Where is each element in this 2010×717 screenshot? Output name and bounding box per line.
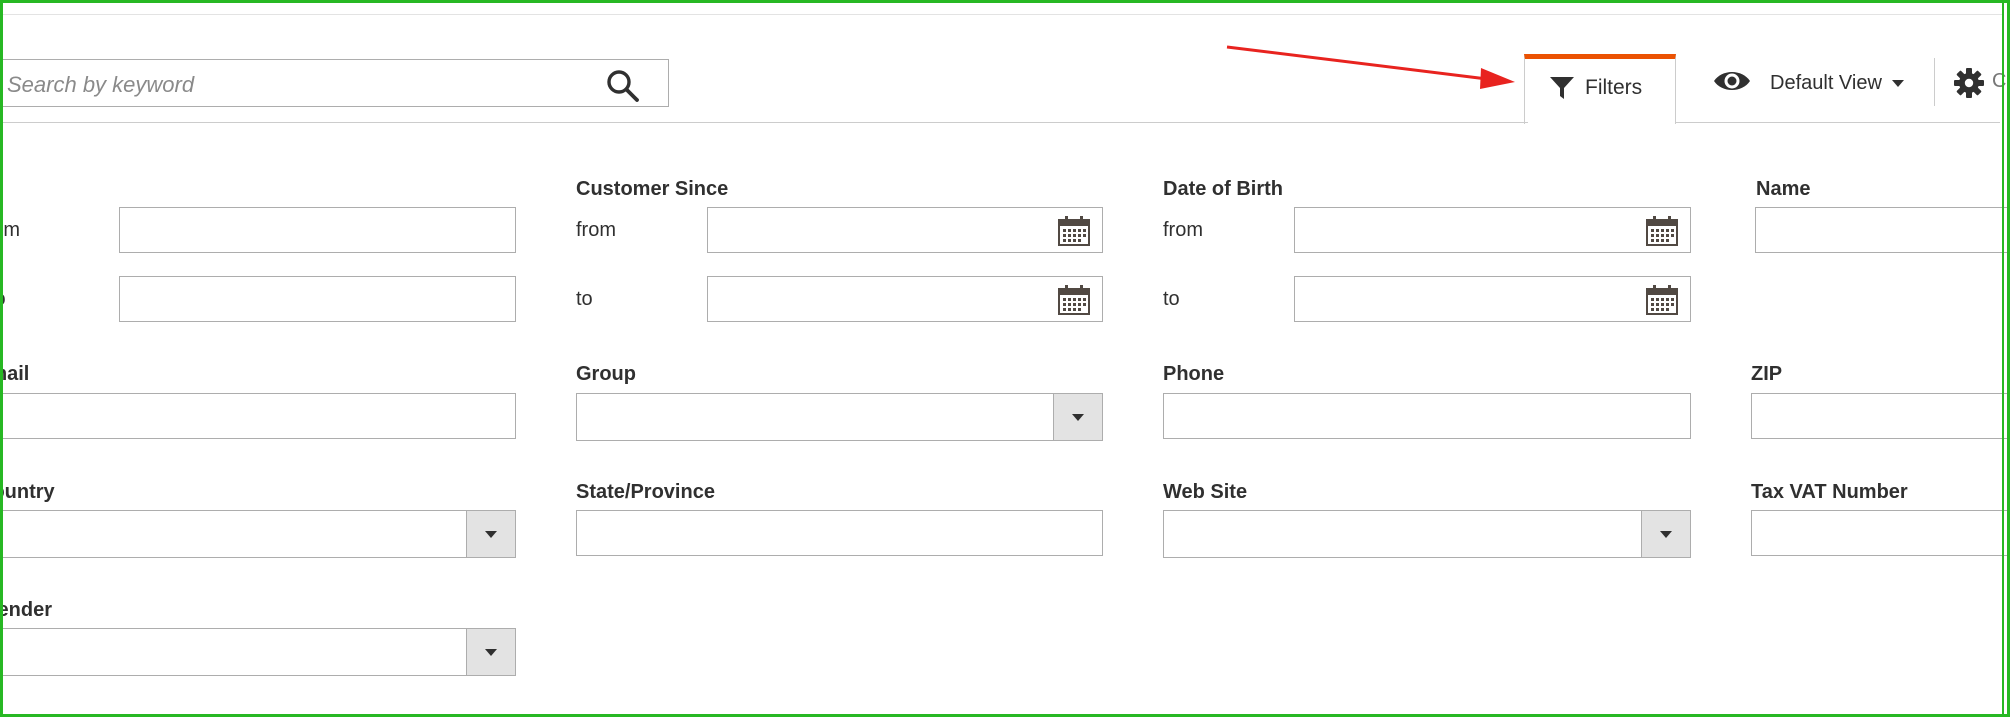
chevron-down-icon[interactable]	[1641, 511, 1690, 557]
gear-icon[interactable]	[1954, 68, 1984, 98]
tax-vat-number-label: Tax VAT Number	[1751, 481, 1908, 503]
group-select[interactable]	[576, 393, 1103, 441]
annotation-arrow-icon	[1226, 45, 1515, 89]
eye-icon	[1714, 72, 1750, 90]
country-filter-label: Country	[0, 481, 55, 503]
chevron-down-icon	[1892, 80, 1904, 87]
tax-vat-number-field[interactable]	[1751, 510, 2010, 556]
default-view-label: Default View	[1770, 72, 1882, 94]
annotation-frame	[0, 0, 2010, 717]
screenshot-edge	[2002, 3, 2004, 714]
customer-since-from-label: from	[576, 219, 616, 241]
date-of-birth-label: Date of Birth	[1163, 178, 1283, 200]
group-filter-label: Group	[576, 363, 636, 385]
web-site-label: Web Site	[1163, 481, 1248, 503]
filters-label: Filters	[1585, 76, 1643, 99]
header-divider-right	[1675, 122, 2000, 123]
id-to-field[interactable]	[119, 276, 516, 322]
filters-button[interactable]: Filters	[1524, 54, 1676, 124]
calendar-icon[interactable]	[1646, 285, 1678, 315]
id-from-field[interactable]	[119, 207, 516, 253]
customer-since-from-field[interactable]	[707, 207, 1103, 253]
email-field[interactable]	[0, 393, 516, 439]
id-to-label: to	[0, 288, 6, 310]
customer-since-to-label: to	[576, 288, 593, 310]
top-divider	[3, 14, 2002, 15]
date-of-birth-from-field[interactable]	[1294, 207, 1691, 253]
chevron-down-icon[interactable]	[1053, 394, 1102, 440]
calendar-icon[interactable]	[1058, 285, 1090, 315]
toolbar-separator	[1934, 58, 1935, 106]
zip-field[interactable]	[1751, 393, 2010, 439]
filter-funnel-icon	[1550, 77, 1574, 99]
customer-since-to-field[interactable]	[707, 276, 1103, 322]
web-site-select[interactable]	[1163, 510, 1691, 558]
customer-since-label: Customer Since	[576, 178, 729, 200]
zip-filter-label: ZIP	[1751, 363, 1783, 385]
search-icon[interactable]	[606, 69, 640, 103]
search-placeholder: Search by keyword	[7, 72, 195, 97]
gender-filter-label: Gender	[0, 599, 53, 621]
phone-field[interactable]	[1163, 393, 1691, 439]
email-filter-label: Email	[0, 363, 30, 385]
gender-select[interactable]	[0, 628, 516, 676]
chevron-down-icon[interactable]	[466, 629, 515, 675]
date-of-birth-to-label: to	[1163, 288, 1180, 310]
date-of-birth-from-label: from	[1163, 219, 1203, 241]
phone-filter-label: Phone	[1163, 363, 1225, 385]
state-province-label: State/Province	[576, 481, 715, 503]
country-select[interactable]	[0, 510, 516, 558]
columns-label-truncated[interactable]: C	[1992, 70, 2006, 93]
state-province-field[interactable]	[576, 510, 1103, 556]
search-input[interactable]: Search by keyword	[0, 59, 669, 107]
header-divider	[3, 122, 1528, 123]
chevron-down-icon[interactable]	[466, 511, 515, 557]
calendar-icon[interactable]	[1646, 216, 1678, 246]
date-of-birth-to-field[interactable]	[1294, 276, 1691, 322]
name-field[interactable]	[1755, 207, 2010, 253]
name-filter-label: Name	[1756, 178, 1811, 200]
id-from-label: from	[0, 219, 20, 241]
calendar-icon[interactable]	[1058, 216, 1090, 246]
